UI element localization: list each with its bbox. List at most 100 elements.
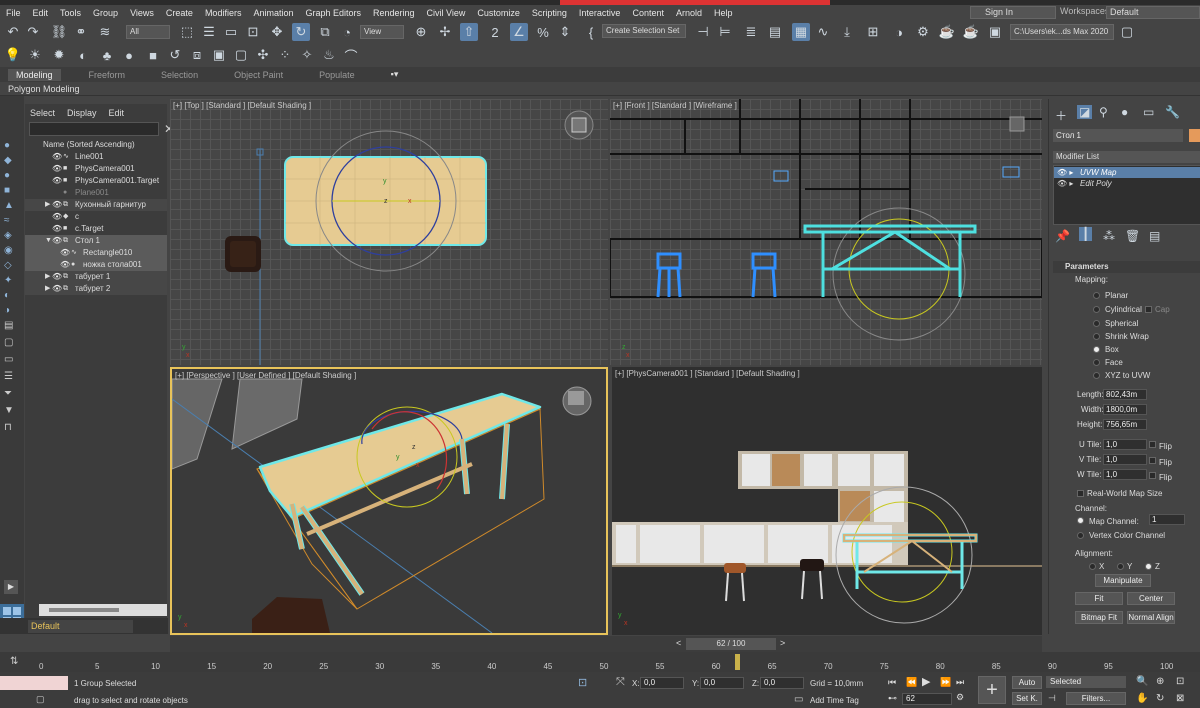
display-helpers-icon[interactable]: ▲ — [4, 200, 18, 211]
auto-key-button[interactable]: Auto — [1012, 676, 1042, 689]
tab-object-paint[interactable]: Object Paint — [226, 69, 291, 81]
project-folder-icon[interactable]: ▢ — [1118, 23, 1136, 41]
expand-arrow-icon[interactable]: ▶ — [45, 199, 50, 211]
display-geometry-icon[interactable]: ● — [4, 140, 18, 151]
tab-populate[interactable]: Populate — [311, 69, 363, 81]
menu-graph-editors[interactable]: Graph Editors — [299, 8, 367, 18]
sphere-icon[interactable]: ● — [120, 46, 138, 64]
realworld-checkbox[interactable] — [1077, 490, 1084, 497]
sign-in-dropdown[interactable]: Sign In — [970, 6, 1056, 19]
menu-help[interactable]: Help — [708, 8, 739, 18]
modify-tab-icon[interactable]: ◪ — [1077, 105, 1093, 119]
set-key-icon[interactable]: + — [978, 676, 1006, 704]
menu-views[interactable]: Views — [124, 8, 160, 18]
key-mode-icon[interactable]: ⊷ — [888, 693, 897, 704]
render-online-icon[interactable]: ▣ — [986, 23, 1004, 41]
horizontal-scrollbar[interactable] — [39, 604, 167, 616]
frame-counter[interactable]: 62 / 100 — [686, 638, 776, 650]
select-object-icon[interactable]: ⬚ — [178, 23, 196, 41]
display-xrefs-icon[interactable]: ◉ — [4, 245, 18, 256]
hierarchy-tab-icon[interactable]: ⚲ — [1099, 105, 1108, 119]
viewport-label[interactable]: [+] [Perspective ] [User Defined ] [Defa… — [175, 371, 356, 380]
tab-modeling[interactable]: Modeling — [8, 68, 61, 81]
expand-arrow-icon[interactable]: ▶ — [45, 283, 50, 295]
toggle-scene-explorer-icon[interactable]: ≣ — [742, 23, 760, 41]
expand-arrow-icon[interactable]: ▶ — [4, 580, 18, 594]
zoom-all-icon[interactable]: ⊕ — [1156, 676, 1164, 687]
material-editor-icon[interactable]: ◑ — [890, 23, 908, 41]
menu-create[interactable]: Create — [160, 8, 199, 18]
folder-icon[interactable]: ⊓ — [4, 422, 18, 433]
play-icon[interactable]: ▶ — [922, 675, 930, 688]
select-manipulate-icon[interactable]: ✢ — [436, 23, 454, 41]
frame-icon[interactable]: ⧈ — [188, 46, 206, 64]
goto-end-icon[interactable]: ⏭ — [956, 677, 964, 688]
x-coord-field[interactable]: 0,0 — [640, 677, 684, 689]
motion-tab-icon[interactable]: ● — [1121, 105, 1128, 119]
keyboard-shortcut-icon[interactable]: ⇧ — [460, 23, 478, 41]
make-unique-icon[interactable]: ⁂ — [1103, 229, 1115, 243]
radio-align-y[interactable] — [1117, 563, 1124, 570]
workspace-select[interactable]: Default — [1106, 6, 1200, 19]
y-coord-field[interactable]: 0,0 — [700, 677, 744, 689]
utilities-tab-icon[interactable]: 🔧 — [1165, 105, 1180, 119]
eye-icon[interactable]: 👁 — [52, 163, 62, 175]
eye-icon[interactable]: 👁 — [52, 211, 62, 223]
bind-space-warp-icon[interactable]: ≋ — [96, 23, 114, 41]
radio-map-channel[interactable] — [1077, 517, 1084, 524]
eye-icon[interactable]: 👁 ▸ — [1057, 167, 1073, 178]
maxscript-listener[interactable] — [0, 676, 68, 690]
orbit-icon[interactable]: ↻ — [1156, 693, 1164, 704]
collapse-arrow-icon[interactable]: ▼ — [45, 235, 52, 247]
cube-icon[interactable]: ■ — [144, 46, 162, 64]
vflip-checkbox[interactable] — [1149, 457, 1156, 464]
tree-icon[interactable]: ♣ — [98, 46, 116, 64]
prev-key-icon[interactable]: ⏪ — [906, 677, 917, 688]
menu-edit[interactable]: Edit — [27, 8, 55, 18]
link-icon[interactable]: ⛓ — [50, 23, 68, 41]
menu-tools[interactable]: Tools — [54, 8, 87, 18]
zoom-icon[interactable]: 🔍 — [1136, 676, 1148, 687]
rendered-frame-icon[interactable]: ☕ — [938, 23, 956, 41]
selection-filter-dropdown[interactable]: All — [126, 25, 170, 39]
time-config-icon[interactable]: ⚙ — [956, 692, 964, 703]
center-button[interactable]: Center — [1127, 592, 1175, 605]
project-path-dropdown[interactable]: C:\Users\ek...ds Max 2020 — [1010, 24, 1114, 40]
radio-xyz-to-uvw[interactable] — [1093, 372, 1100, 379]
pan-icon[interactable]: ✋ — [1136, 693, 1148, 704]
menu-arnold[interactable]: Arnold — [670, 8, 708, 18]
list-item[interactable]: 👁 ∿ Rectangle010 — [25, 247, 167, 259]
menu-civil-view[interactable]: Civil View — [421, 8, 472, 18]
ribbon-options-icon[interactable]: ▪▾ — [383, 68, 407, 81]
display-all-icon[interactable]: ✦ — [4, 275, 18, 286]
object-color-swatch[interactable] — [1189, 129, 1200, 142]
utile-spinner[interactable]: 1,0 — [1103, 439, 1147, 450]
next-frame-icon[interactable]: > — [780, 638, 785, 648]
menu-group[interactable]: Group — [87, 8, 124, 18]
render-production-icon[interactable]: ☕ — [962, 23, 980, 41]
menu-interactive[interactable]: Interactive — [573, 8, 627, 18]
dots-icon[interactable]: ⁘ — [276, 46, 294, 64]
light-bulb-icon[interactable]: 💡 — [4, 46, 22, 64]
list-item[interactable]: ▼ 👁 ⧉ Стол 1 — [25, 235, 167, 247]
redo-icon[interactable]: ↷ — [24, 23, 42, 41]
set-key-button[interactable]: Set K. — [1012, 692, 1042, 705]
list-item[interactable]: ▶ 👁 ⧉ табурет 1 — [25, 271, 167, 283]
show-end-result-icon[interactable]: ┃ — [1079, 227, 1093, 241]
radio-align-z[interactable] — [1145, 563, 1152, 570]
angle-snap-icon[interactable]: ∠ — [510, 23, 528, 41]
remove-modifier-icon[interactable]: 🗑 — [1125, 229, 1140, 243]
scrollbar-thumb[interactable] — [49, 608, 119, 612]
width-spinner[interactable]: 1800,0m — [1103, 404, 1147, 415]
display-bones-icon[interactable]: ◇ — [4, 260, 18, 271]
list-item[interactable]: ▶ 👁 ⧉ табурет 2 — [25, 283, 167, 295]
object-name-field[interactable]: Стол 1 — [1053, 129, 1183, 142]
display-lights-icon[interactable]: ● — [4, 170, 18, 181]
eye-icon[interactable]: 👁 — [52, 235, 62, 247]
length-spinner[interactable]: 802,43m — [1103, 389, 1147, 400]
schematic-view-icon[interactable]: ⊞ — [864, 23, 882, 41]
tab-freeform[interactable]: Freeform — [81, 69, 134, 81]
spinner-snap-icon[interactable]: ⇕ — [556, 23, 574, 41]
viewport-label[interactable]: [+] [Top ] [Standard ] [Default Shading … — [173, 101, 311, 110]
eye-icon[interactable]: 👁 ▸ — [1057, 178, 1073, 189]
